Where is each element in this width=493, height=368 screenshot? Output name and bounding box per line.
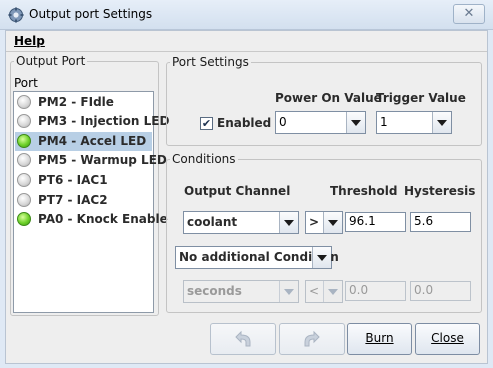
combo-value: seconds xyxy=(187,284,242,298)
port-item-pm3[interactable]: PM3 - Injection LED xyxy=(15,112,169,131)
output-channel-label: Output Channel xyxy=(184,184,291,198)
port-item-pm5[interactable]: PM5 - Warmup LED xyxy=(15,151,167,170)
undo-icon xyxy=(235,330,251,347)
chevron-down-icon[interactable] xyxy=(346,112,365,133)
second-operator-combo: < xyxy=(305,280,343,303)
combo-value: > xyxy=(309,215,320,229)
power-on-value-combo[interactable]: 0 xyxy=(275,111,366,134)
hysteresis-input[interactable]: 5.6 xyxy=(410,212,471,232)
port-item-pa0[interactable]: PA0 - Knock Enable xyxy=(15,210,168,229)
threshold-label: Threshold xyxy=(330,184,398,198)
window-title: Output port Settings xyxy=(29,7,153,21)
redo-button[interactable] xyxy=(279,323,345,355)
port-list-label: Port xyxy=(14,76,38,90)
led-off-icon xyxy=(17,173,31,187)
close-button[interactable]: Close xyxy=(415,323,480,355)
chevron-down-icon[interactable] xyxy=(323,212,342,233)
burn-button-label: Burn xyxy=(365,331,394,345)
second-threshold-input: 0.0 xyxy=(345,281,406,301)
port-item-label: PA0 - Knock Enable xyxy=(38,212,168,226)
port-item-pm4[interactable]: PM4 - Accel LED xyxy=(15,132,152,151)
port-item-label: PM3 - Injection LED xyxy=(38,114,170,128)
port-item-pm2[interactable]: PM2 - FIdle xyxy=(15,93,152,112)
port-item-pt7[interactable]: PT7 - IAC2 xyxy=(15,191,152,210)
port-settings-legend: Port Settings xyxy=(170,55,251,69)
port-item-label: PM4 - Accel LED xyxy=(38,134,147,148)
second-channel-combo: seconds xyxy=(183,280,299,303)
conditions-legend: Conditions xyxy=(170,152,238,166)
chevron-down-icon[interactable] xyxy=(312,247,331,268)
combo-value: 0 xyxy=(279,115,287,129)
chevron-down-icon xyxy=(279,281,298,302)
undo-button[interactable] xyxy=(210,323,276,355)
output-port-legend: Output Port xyxy=(14,54,88,68)
combo-value: 1 xyxy=(380,115,388,129)
led-off-icon xyxy=(17,114,31,128)
combo-value: < xyxy=(309,284,320,298)
port-item-pt6[interactable]: PT6 - IAC1 xyxy=(15,171,152,190)
port-item-label: PT7 - IAC2 xyxy=(38,193,108,207)
app-gear-icon xyxy=(8,7,24,23)
chevron-down-icon[interactable] xyxy=(432,112,451,133)
additional-condition-combo[interactable]: No additional Condition xyxy=(175,246,339,269)
chevron-down-icon[interactable] xyxy=(279,212,298,233)
output-channel-combo[interactable]: coolant xyxy=(183,211,299,234)
checkmark-icon: ✔ xyxy=(201,117,212,130)
redo-icon xyxy=(304,330,320,347)
second-hysteresis-input: 0.0 xyxy=(410,281,471,301)
close-icon: ✕ xyxy=(463,6,475,21)
port-item-label: PM5 - Warmup LED xyxy=(38,153,167,167)
chevron-down-icon xyxy=(323,281,342,302)
menu-help[interactable]: Help xyxy=(14,34,45,48)
hysteresis-label: Hysteresis xyxy=(404,184,476,198)
power-on-value-label: Power On Value xyxy=(275,91,382,105)
led-off-icon xyxy=(17,95,31,109)
operator-combo[interactable]: > xyxy=(305,211,343,234)
port-list[interactable]: PM2 - FIdle PM3 - Injection LED PM4 - Ac… xyxy=(13,91,169,313)
led-on-icon xyxy=(17,212,31,226)
burn-button[interactable]: Burn xyxy=(347,323,412,355)
window-close-button[interactable]: ✕ xyxy=(453,4,485,24)
threshold-input[interactable]: 96.1 xyxy=(345,212,406,232)
enabled-checkbox[interactable]: ✔ xyxy=(200,117,213,130)
led-off-icon xyxy=(17,153,31,167)
port-item-label: PT6 - IAC1 xyxy=(38,173,108,187)
led-off-icon xyxy=(17,193,31,207)
menu-bar: Help xyxy=(6,32,487,52)
led-on-icon xyxy=(17,134,31,148)
trigger-value-combo[interactable]: 1 xyxy=(376,111,452,134)
combo-value: coolant xyxy=(187,215,238,229)
port-item-label: PM2 - FIdle xyxy=(38,95,114,109)
trigger-value-label: Trigger Value xyxy=(376,91,466,105)
enabled-label: Enabled xyxy=(217,116,272,130)
close-button-label: Close xyxy=(431,331,464,345)
